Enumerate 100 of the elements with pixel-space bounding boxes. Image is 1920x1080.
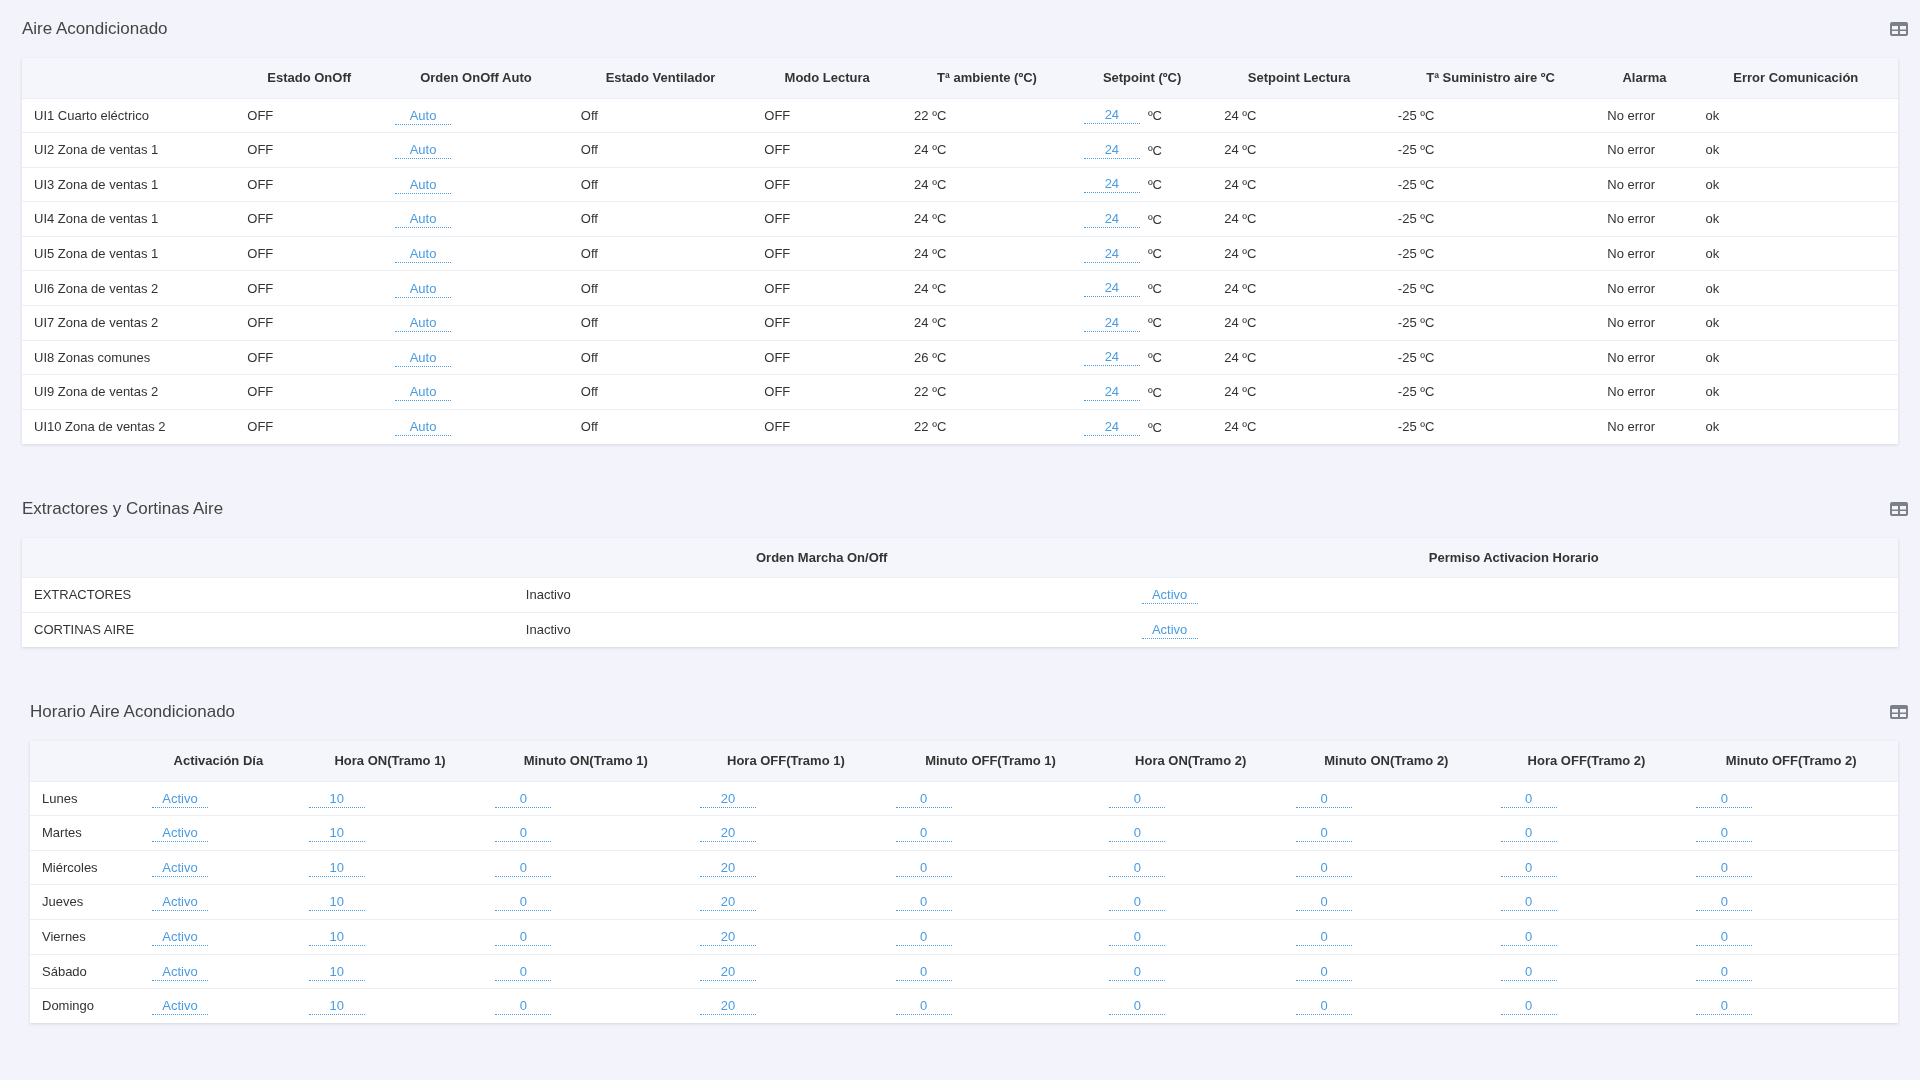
editable-value[interactable]: 24: [1083, 349, 1140, 367]
editable-value[interactable]: 0: [1696, 825, 1753, 843]
editable-value[interactable]: 0: [895, 894, 952, 912]
editable-value[interactable]: 10: [308, 998, 365, 1016]
editable-value[interactable]: 0: [1696, 998, 1753, 1016]
table-cell-text: -25 ºC: [1397, 245, 1435, 261]
editable-value[interactable]: 20: [700, 929, 757, 947]
editable-value[interactable]: Auto: [395, 245, 452, 263]
editable-value[interactable]: 0: [1296, 963, 1353, 981]
editable-value[interactable]: 0: [1500, 859, 1557, 877]
editable-value[interactable]: 0: [1109, 790, 1166, 808]
editable-value[interactable]: 0: [1109, 894, 1166, 912]
editable-value[interactable]: Activo: [1141, 622, 1198, 640]
editable-value[interactable]: Auto: [395, 419, 452, 437]
editable-value[interactable]: 20: [700, 894, 757, 912]
editable-value[interactable]: Auto: [395, 315, 452, 333]
editable-value[interactable]: 0: [495, 790, 552, 808]
editable-value[interactable]: 0: [1696, 963, 1753, 981]
editable-value[interactable]: 20: [700, 790, 757, 808]
editable-value[interactable]: 0: [495, 963, 552, 981]
editable-value[interactable]: 0: [1109, 929, 1166, 947]
editable-value[interactable]: Auto: [395, 280, 452, 298]
editable-value[interactable]: 0: [895, 929, 952, 947]
editable-value[interactable]: 0: [1696, 894, 1753, 912]
table-cell-text: 24 ºC: [914, 142, 947, 158]
editable-value[interactable]: 24: [1083, 418, 1140, 436]
editable-value[interactable]: 0: [1109, 859, 1166, 877]
editable-value[interactable]: 10: [308, 894, 365, 912]
editable-value[interactable]: 0: [895, 825, 952, 843]
editable-value[interactable]: 20: [700, 825, 757, 843]
editable-value[interactable]: Auto: [395, 211, 452, 229]
editable-value[interactable]: 10: [308, 790, 365, 808]
table-icon[interactable]: [1890, 22, 1908, 36]
editable-value[interactable]: Activo: [151, 825, 208, 843]
editable-value[interactable]: 0: [495, 998, 552, 1016]
editable-value[interactable]: 0: [495, 859, 552, 877]
editable-value[interactable]: 0: [1109, 998, 1166, 1016]
editable-value[interactable]: 0: [1296, 894, 1353, 912]
editable-value[interactable]: 20: [700, 859, 757, 877]
editable-value[interactable]: Activo: [1141, 587, 1198, 605]
column-header: Tª Suministro aire ºC: [1426, 70, 1555, 85]
editable-value[interactable]: 0: [1500, 790, 1557, 808]
editable-value[interactable]: Activo: [151, 998, 208, 1016]
table-icon[interactable]: [1890, 501, 1908, 516]
editable-value[interactable]: 0: [1500, 963, 1557, 981]
editable-value[interactable]: 0: [1500, 929, 1557, 947]
editable-value[interactable]: 0: [1109, 825, 1166, 843]
editable-value[interactable]: Activo: [151, 894, 208, 912]
editable-value[interactable]: 24: [1083, 280, 1140, 298]
editable-value[interactable]: 0: [895, 859, 952, 877]
editable-value[interactable]: 0: [1696, 859, 1753, 877]
editable-value[interactable]: 0: [1109, 963, 1166, 981]
editable-value[interactable]: 10: [308, 825, 365, 843]
editable-value[interactable]: 0: [895, 790, 952, 808]
editable-value[interactable]: 0: [1696, 790, 1753, 808]
editable-value[interactable]: 0: [895, 963, 952, 981]
editable-value[interactable]: Activo: [151, 929, 208, 947]
editable-value[interactable]: Auto: [395, 176, 452, 194]
editable-value[interactable]: 0: [495, 929, 552, 947]
editable-value[interactable]: Activo: [151, 790, 208, 808]
editable-value[interactable]: Auto: [395, 142, 452, 160]
editable-value[interactable]: Auto: [395, 107, 452, 125]
editable-value[interactable]: 10: [308, 929, 365, 947]
editable-value[interactable]: 0: [1296, 929, 1353, 947]
table-cell-text: Off: [580, 211, 598, 227]
editable-value[interactable]: 0: [495, 894, 552, 912]
editable-value[interactable]: 10: [308, 859, 365, 877]
editable-value[interactable]: 0: [1500, 825, 1557, 843]
table-cell-text: ok: [1705, 419, 1720, 435]
editable-value[interactable]: 20: [700, 998, 757, 1016]
editable-value[interactable]: 0: [1296, 998, 1353, 1016]
editable-value[interactable]: 20: [700, 963, 757, 981]
editable-value[interactable]: 24: [1083, 107, 1140, 125]
editable-value[interactable]: 24: [1083, 176, 1140, 194]
editable-value[interactable]: 24: [1083, 245, 1140, 263]
editable-value[interactable]: Activo: [151, 963, 208, 981]
editable-value[interactable]: 24: [1083, 210, 1140, 228]
editable-value[interactable]: Auto: [395, 349, 452, 367]
editable-value[interactable]: 24: [1083, 314, 1140, 332]
editable-value[interactable]: 10: [308, 963, 365, 981]
editable-value[interactable]: Auto: [395, 384, 452, 402]
table-cell-text: ok: [1705, 384, 1720, 400]
editable-value[interactable]: 0: [1500, 998, 1557, 1016]
editable-value[interactable]: 24: [1083, 383, 1140, 401]
table-icon[interactable]: [1890, 705, 1908, 720]
table-cell-text: No error: [1607, 176, 1655, 192]
editable-value[interactable]: 0: [495, 825, 552, 843]
unit-label: ºC: [1147, 418, 1162, 437]
editable-value[interactable]: 0: [1296, 790, 1353, 808]
editable-value[interactable]: 0: [1696, 929, 1753, 947]
table-cell-text: CORTINAS AIRE: [34, 622, 135, 638]
column-header: Modo Lectura: [784, 70, 870, 85]
table-cell-text: OFF: [247, 245, 274, 261]
table-cell-text: UI6 Zona de ventas 2: [34, 280, 159, 296]
editable-value[interactable]: 24: [1083, 141, 1140, 159]
editable-value[interactable]: 0: [1500, 894, 1557, 912]
editable-value[interactable]: 0: [1296, 825, 1353, 843]
editable-value[interactable]: 0: [1296, 859, 1353, 877]
editable-value[interactable]: Activo: [151, 859, 208, 877]
editable-value[interactable]: 0: [895, 998, 952, 1016]
